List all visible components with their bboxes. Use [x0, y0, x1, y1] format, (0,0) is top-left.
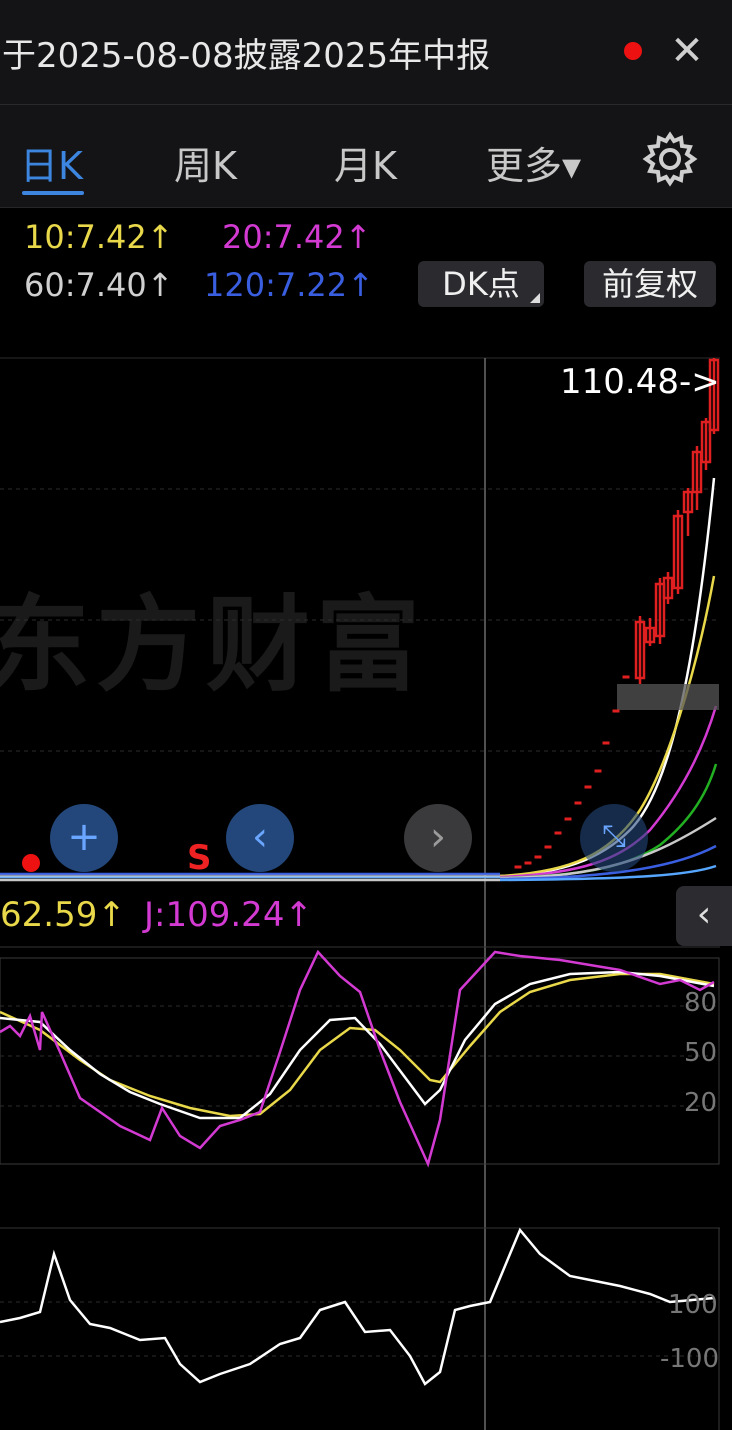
kdj-j-value: J:109.24↑: [144, 895, 313, 935]
candle: [514, 865, 522, 869]
candle: [524, 861, 532, 865]
lower-grid: [0, 1301, 719, 1357]
candle: [584, 785, 592, 789]
candle: [602, 741, 610, 745]
lower-level-neg100: -100: [660, 1344, 720, 1374]
kdj-frame: [0, 957, 720, 1165]
candle: [564, 817, 572, 821]
kdj-level-80: 80: [684, 988, 718, 1018]
high-price-label: 110.48->: [560, 362, 720, 402]
ma-lines-flat: [0, 872, 500, 882]
candle: [622, 675, 630, 679]
kdj-d-line: [0, 972, 715, 1118]
lower-level-100: 100: [668, 1290, 718, 1320]
expand-icon[interactable]: ⤡: [580, 804, 648, 872]
candle: [554, 831, 562, 835]
candle: [544, 845, 552, 849]
signal-dot: [22, 854, 40, 872]
lower-indicator-line: [0, 1227, 715, 1386]
candle: [574, 801, 582, 805]
kdj-k-line: [0, 970, 715, 1120]
kdj-level-50: 50: [684, 1038, 718, 1068]
kdj-j-line: [0, 949, 715, 1168]
chevron-left-icon[interactable]: ‹: [226, 804, 294, 872]
collapse-panel-icon[interactable]: ‹: [676, 886, 732, 946]
candle: [534, 855, 542, 859]
main-grid: [0, 357, 720, 752]
candle: [594, 769, 602, 773]
support-zone-band: [617, 684, 719, 710]
candlesticks: [514, 358, 720, 869]
kdj-d-value: 62.59↑: [0, 895, 126, 935]
kdj-level-20: 20: [684, 1088, 718, 1118]
sell-signal: S: [187, 838, 212, 878]
chevron-right-icon[interactable]: ›: [404, 804, 472, 872]
plus-icon[interactable]: +: [50, 804, 118, 872]
candle: [612, 709, 620, 713]
kline-chart[interactable]: [0, 0, 732, 1430]
